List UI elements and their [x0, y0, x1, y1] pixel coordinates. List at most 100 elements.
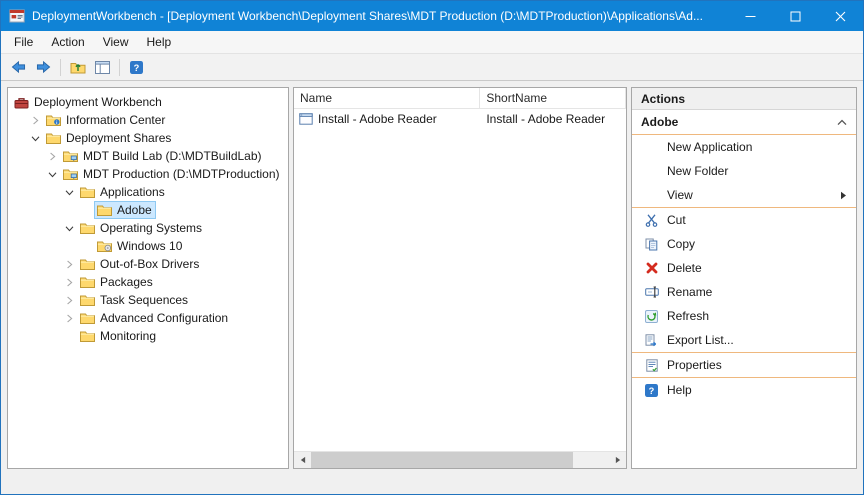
- window-title: DeploymentWorkbench - [Deployment Workbe…: [32, 9, 728, 23]
- svg-text:?: ?: [134, 63, 140, 73]
- back-button[interactable]: [6, 56, 31, 79]
- tree-item-label: Windows 10: [117, 239, 182, 253]
- action-new-application[interactable]: New Application: [632, 135, 856, 159]
- menu-file[interactable]: File: [5, 32, 42, 52]
- toolbar: ?: [1, 54, 863, 81]
- scrollbar-track[interactable]: [311, 452, 609, 469]
- up-one-level-button[interactable]: [65, 56, 90, 79]
- cell-shortname: Install - Adobe Reader: [480, 112, 626, 126]
- scroll-left-icon: [300, 456, 306, 464]
- expand-icon[interactable]: [62, 260, 77, 269]
- back-icon: [11, 60, 26, 74]
- action-label: View: [667, 188, 840, 202]
- submenu-arrow-icon: [840, 191, 847, 200]
- tree-item-deployment-shares[interactable]: Deployment Shares: [8, 129, 288, 147]
- folder-icon: [97, 204, 112, 216]
- scroll-left-button[interactable]: [294, 452, 311, 469]
- collapse-icon[interactable]: [45, 170, 60, 179]
- help-button[interactable]: ?: [124, 56, 149, 79]
- tree-item-operating-systems[interactable]: Operating Systems: [8, 219, 288, 237]
- action-help[interactable]: ?Help: [632, 378, 856, 402]
- tree-item-content: Adobe: [94, 201, 156, 219]
- tree-item-content: Task Sequences: [77, 291, 192, 309]
- folder-icon: [80, 222, 95, 234]
- actions-group-adobe[interactable]: Adobe: [632, 110, 856, 135]
- tree-item-adobe[interactable]: Adobe: [8, 201, 288, 219]
- toolbar-separator: [119, 59, 120, 76]
- tree-item-monitoring[interactable]: Monitoring: [8, 327, 288, 345]
- tree-item-content: MDT Build Lab (D:\MDTBuildLab): [60, 147, 266, 165]
- tree-item-content: iInformation Center: [43, 111, 169, 129]
- menu-bar: FileActionViewHelp: [1, 31, 863, 54]
- tree-item-task-sequences[interactable]: Task Sequences: [8, 291, 288, 309]
- column-header-shortname[interactable]: ShortName: [480, 88, 626, 108]
- action-refresh[interactable]: Refresh: [632, 304, 856, 328]
- tree-item-out-of-box-drivers[interactable]: Out-of-Box Drivers: [8, 255, 288, 273]
- minimize-button[interactable]: [728, 1, 773, 31]
- scroll-right-button[interactable]: [609, 452, 626, 469]
- tree-item-applications[interactable]: Applications: [8, 183, 288, 201]
- folder-share-icon: [63, 168, 78, 180]
- workbench-icon: [14, 96, 29, 109]
- tree-item-content: Packages: [77, 273, 157, 291]
- horizontal-scrollbar[interactable]: [294, 451, 626, 468]
- collapse-icon[interactable]: [62, 188, 77, 197]
- menu-help[interactable]: Help: [138, 32, 181, 52]
- forward-button[interactable]: [31, 56, 56, 79]
- tree-item-packages[interactable]: Packages: [8, 273, 288, 291]
- action-delete[interactable]: Delete: [632, 256, 856, 280]
- collapse-icon[interactable]: [28, 134, 43, 143]
- tree-item-label: Deployment Workbench: [34, 95, 162, 109]
- folder-icon: [80, 276, 95, 288]
- column-header-name[interactable]: Name: [294, 88, 480, 108]
- tree-item-windows-10[interactable]: Windows 10: [8, 237, 288, 255]
- tree-item-mdt-production-d-mdtproduction[interactable]: MDT Production (D:\MDTProduction): [8, 165, 288, 183]
- action-cut[interactable]: Cut: [632, 208, 856, 232]
- expand-icon[interactable]: [62, 314, 77, 323]
- expand-icon[interactable]: [62, 296, 77, 305]
- list-item-install-adobe-reader[interactable]: Install - Adobe Reader Install - Adobe Re…: [294, 109, 626, 128]
- scrollbar-thumb[interactable]: [311, 452, 573, 468]
- menu-view[interactable]: View: [94, 32, 138, 52]
- folder-icon: [80, 258, 95, 270]
- tree-item-information-center[interactable]: iInformation Center: [8, 111, 288, 129]
- actions-list: New ApplicationNew Folder View Cut Copy Dele…: [632, 135, 856, 402]
- expand-icon[interactable]: [45, 152, 60, 161]
- chevron-up-icon[interactable]: [837, 119, 847, 126]
- tree-item-advanced-configuration[interactable]: Advanced Configuration: [8, 309, 288, 327]
- folder-info-icon: i: [46, 114, 61, 126]
- tree-item-label: Adobe: [117, 203, 152, 217]
- scroll-right-icon: [615, 456, 621, 464]
- collapse-icon[interactable]: [62, 224, 77, 233]
- maximize-icon: [790, 11, 801, 22]
- actions-group-label: Adobe: [641, 115, 837, 129]
- cell-name: Install - Adobe Reader: [294, 112, 480, 126]
- list-column-headers: NameShortName: [294, 88, 626, 109]
- action-copy[interactable]: Copy: [632, 232, 856, 256]
- forward-icon: [36, 60, 51, 74]
- tree-item-mdt-build-lab-d-mdtbuildlab[interactable]: MDT Build Lab (D:\MDTBuildLab): [8, 147, 288, 165]
- action-new-folder[interactable]: New Folder: [632, 159, 856, 183]
- tree-item-deployment-workbench[interactable]: Deployment Workbench: [8, 93, 288, 111]
- expand-icon[interactable]: [62, 278, 77, 287]
- menu-action[interactable]: Action: [42, 32, 93, 52]
- action-label: Copy: [667, 237, 847, 251]
- toolbar-separator: [60, 59, 61, 76]
- list-item-name: Install - Adobe Reader: [318, 112, 437, 126]
- action-view[interactable]: View: [632, 183, 856, 207]
- actions-pane: Actions Adobe New ApplicationNew FolderV…: [631, 87, 857, 469]
- folder-icon: [46, 132, 61, 144]
- maximize-button[interactable]: [773, 1, 818, 31]
- tree-item-label: Advanced Configuration: [100, 311, 228, 325]
- action-rename[interactable]: Rename: [632, 280, 856, 304]
- tree-item-label: Out-of-Box Drivers: [100, 257, 199, 271]
- tree-item-content: MDT Production (D:\MDTProduction): [60, 165, 284, 183]
- show-hide-console-tree-button[interactable]: [90, 56, 115, 79]
- close-button[interactable]: [818, 1, 863, 31]
- expand-icon[interactable]: [28, 116, 43, 125]
- tree-item-label: Applications: [100, 185, 165, 199]
- tree-item-label: MDT Production (D:\MDTProduction): [83, 167, 280, 181]
- main-content: Deployment WorkbenchiInformation CenterD…: [1, 81, 863, 469]
- action-properties[interactable]: Properties: [632, 353, 856, 377]
- action-export-list[interactable]: Export List...: [632, 328, 856, 352]
